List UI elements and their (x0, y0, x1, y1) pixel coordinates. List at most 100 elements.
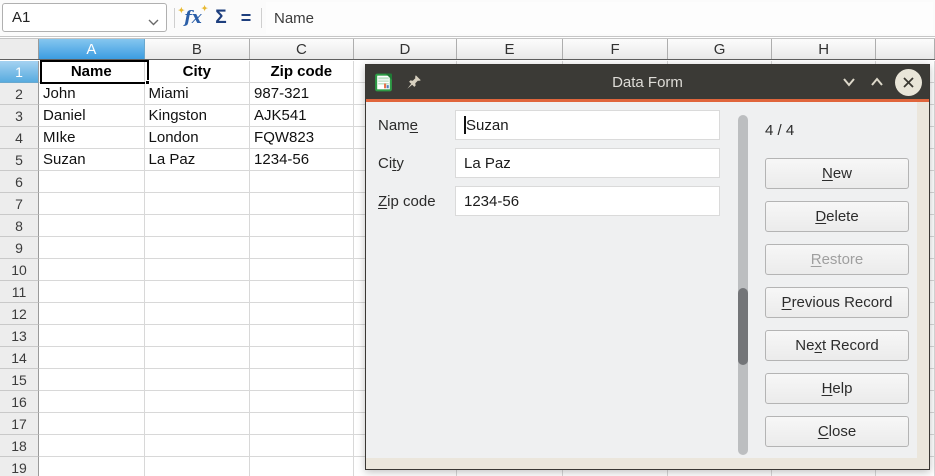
cell-A5[interactable]: Suzan (39, 149, 145, 171)
function-wizard-icon[interactable]: ✦ fx ✦ (180, 0, 206, 36)
cell-B1[interactable]: City (145, 61, 251, 83)
close-icon[interactable] (895, 69, 922, 96)
pin-icon[interactable] (406, 74, 422, 90)
column-header-H[interactable]: H (772, 39, 877, 59)
autosum-icon[interactable]: Σ (209, 0, 233, 36)
form-scrollbar[interactable] (738, 115, 748, 455)
formula-equals-icon[interactable]: = (236, 0, 256, 36)
cell-C1[interactable]: Zip code (250, 61, 354, 83)
cell-B9[interactable] (145, 237, 251, 259)
cell-B18[interactable] (145, 435, 251, 457)
cell-B15[interactable] (145, 369, 251, 391)
row-header-1[interactable]: 1 (0, 61, 39, 83)
row-header-5[interactable]: 5 (0, 149, 39, 171)
cell-B16[interactable] (145, 391, 251, 413)
cell-B12[interactable] (145, 303, 251, 325)
next-record-button[interactable]: Next Record (765, 330, 909, 361)
cell-reference-input[interactable]: A1 (2, 3, 167, 32)
row-header-4[interactable]: 4 (0, 127, 39, 149)
cell-C5[interactable]: 1234-56 (250, 149, 354, 171)
row-header-14[interactable]: 14 (0, 347, 39, 369)
field-input-city[interactable]: La Paz (455, 148, 720, 178)
row-header-11[interactable]: 11 (0, 281, 39, 303)
cell-B2[interactable]: Miami (145, 83, 251, 105)
column-header-B[interactable]: B (145, 39, 251, 59)
row-header-17[interactable]: 17 (0, 413, 39, 435)
dialog-titlebar[interactable]: Data Form (366, 65, 929, 99)
cell-A14[interactable] (39, 347, 145, 369)
cell-C4[interactable]: FQW823 (250, 127, 354, 149)
row-header-16[interactable]: 16 (0, 391, 39, 413)
column-header-partial[interactable] (876, 39, 935, 59)
cell-B6[interactable] (145, 171, 251, 193)
roll-down-icon[interactable] (839, 76, 859, 88)
close-button[interactable]: Close (765, 416, 909, 447)
cell-A17[interactable] (39, 413, 145, 435)
delete-button[interactable]: Delete (765, 201, 909, 232)
cell-C17[interactable] (250, 413, 354, 435)
column-header-D[interactable]: D (354, 39, 458, 59)
column-header-C[interactable]: C (250, 39, 354, 59)
cell-A4[interactable]: MIke (39, 127, 145, 149)
row-header-18[interactable]: 18 (0, 435, 39, 457)
cell-B13[interactable] (145, 325, 251, 347)
cell-C19[interactable] (250, 457, 354, 476)
row-header-7[interactable]: 7 (0, 193, 39, 215)
cell-B8[interactable] (145, 215, 251, 237)
cell-C10[interactable] (250, 259, 354, 281)
cell-B5[interactable]: La Paz (145, 149, 251, 171)
chevron-down-icon[interactable] (148, 13, 159, 30)
row-header-3[interactable]: 3 (0, 105, 39, 127)
new-button[interactable]: New (765, 158, 909, 189)
cell-A3[interactable]: Daniel (39, 105, 145, 127)
cell-C18[interactable] (250, 435, 354, 457)
field-input-zip-code[interactable]: 1234-56 (455, 186, 720, 216)
cell-B19[interactable] (145, 457, 251, 476)
cell-B17[interactable] (145, 413, 251, 435)
cell-B3[interactable]: Kingston (145, 105, 251, 127)
cell-A7[interactable] (39, 193, 145, 215)
row-header-9[interactable]: 9 (0, 237, 39, 259)
cell-C8[interactable] (250, 215, 354, 237)
cell-A18[interactable] (39, 435, 145, 457)
column-header-E[interactable]: E (457, 39, 563, 59)
row-header-15[interactable]: 15 (0, 369, 39, 391)
row-header-12[interactable]: 12 (0, 303, 39, 325)
cell-A2[interactable]: John (39, 83, 145, 105)
cell-B14[interactable] (145, 347, 251, 369)
column-header-A[interactable]: A (39, 39, 145, 59)
cell-C13[interactable] (250, 325, 354, 347)
cell-C12[interactable] (250, 303, 354, 325)
previous-record-button[interactable]: Previous Record (765, 287, 909, 318)
field-input-name[interactable]: Suzan (455, 110, 720, 140)
row-header-8[interactable]: 8 (0, 215, 39, 237)
cell-C2[interactable]: 987-321 (250, 83, 354, 105)
cell-A19[interactable] (39, 457, 145, 476)
cell-C11[interactable] (250, 281, 354, 303)
roll-up-icon[interactable] (867, 76, 887, 88)
cell-A10[interactable] (39, 259, 145, 281)
cell-A8[interactable] (39, 215, 145, 237)
cell-B11[interactable] (145, 281, 251, 303)
row-header-2[interactable]: 2 (0, 83, 39, 105)
row-header-13[interactable]: 13 (0, 325, 39, 347)
cell-C3[interactable]: AJK541 (250, 105, 354, 127)
row-header-6[interactable]: 6 (0, 171, 39, 193)
cell-C16[interactable] (250, 391, 354, 413)
cell-C14[interactable] (250, 347, 354, 369)
cell-A16[interactable] (39, 391, 145, 413)
help-button[interactable]: Help (765, 373, 909, 404)
scrollbar-thumb[interactable] (738, 288, 748, 365)
select-all-corner[interactable] (0, 39, 39, 59)
formula-input[interactable]: Name (266, 2, 933, 34)
cell-C9[interactable] (250, 237, 354, 259)
cell-C6[interactable] (250, 171, 354, 193)
cell-A11[interactable] (39, 281, 145, 303)
cell-A13[interactable] (39, 325, 145, 347)
cell-B7[interactable] (145, 193, 251, 215)
cell-B10[interactable] (145, 259, 251, 281)
cell-A12[interactable] (39, 303, 145, 325)
column-header-F[interactable]: F (563, 39, 669, 59)
cell-A1[interactable]: Name (39, 61, 145, 83)
row-header-19[interactable]: 19 (0, 457, 39, 476)
